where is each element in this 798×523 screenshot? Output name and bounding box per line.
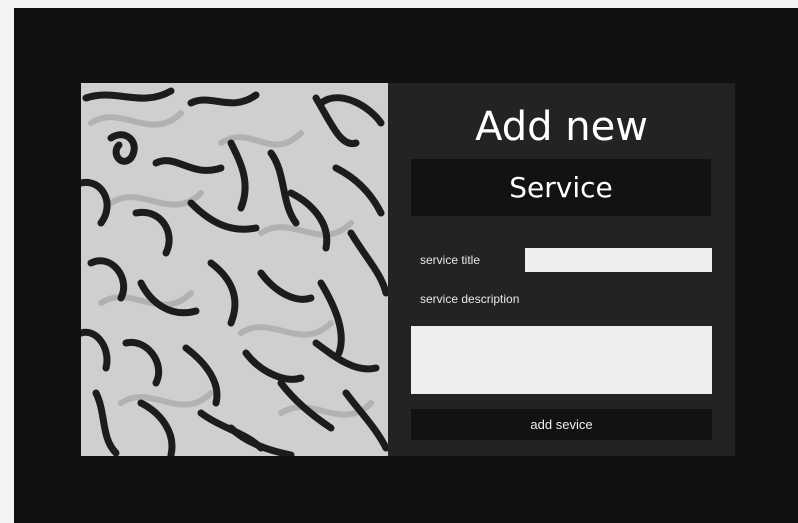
decorative-pattern-image [81, 83, 388, 456]
service-title-input[interactable] [525, 248, 712, 272]
add-service-form: Add new Service service title service de… [388, 83, 735, 456]
add-service-button[interactable]: add sevice [411, 409, 712, 440]
page-viewport: Add new Service service title service de… [14, 8, 798, 523]
form-heading: Add new [475, 104, 648, 150]
add-service-card: Add new Service service title service de… [81, 83, 735, 456]
form-heading-band: Service [411, 159, 711, 216]
service-description-textarea[interactable] [411, 326, 712, 394]
brush-stroke-pattern [81, 83, 388, 456]
service-description-label: service description [420, 292, 520, 306]
service-title-label: service title [420, 253, 481, 267]
